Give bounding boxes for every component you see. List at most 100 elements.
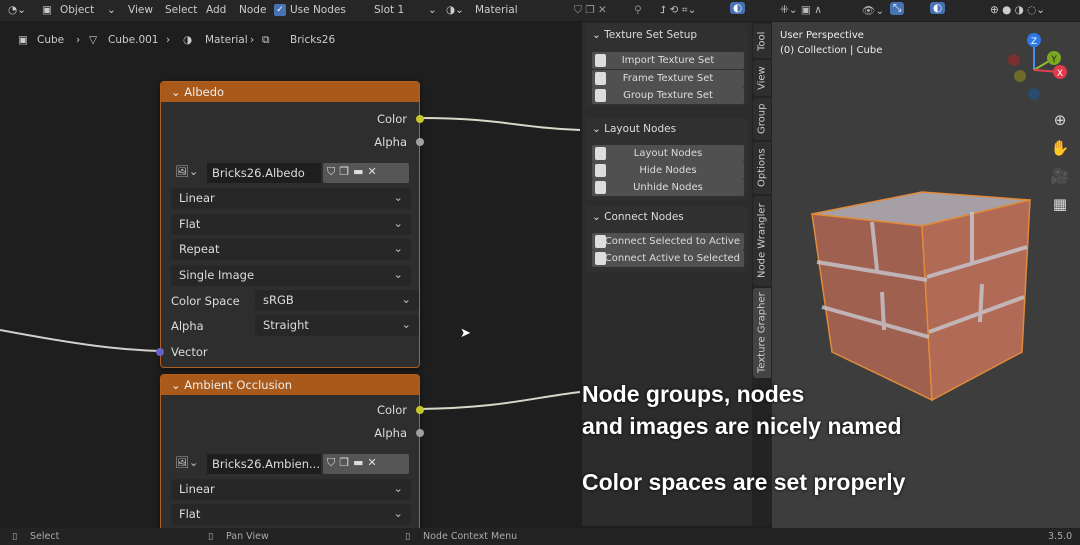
section-title[interactable]: ⌄ Layout Nodes [592,123,676,135]
title-text: Connect Nodes [604,211,684,223]
status-bar: ▯ Select ▯ Pan View ▯ Node Context Menu … [0,528,1080,545]
chevron-down-icon: ⌄ [393,241,403,255]
projection-select[interactable]: Flat ⌄ [171,214,411,235]
node-header[interactable]: ⌄ Ambient Occlusion [161,375,419,395]
output-alpha: Alpha [374,426,407,440]
image-actions[interactable]: ⛉❐▬✕ [323,454,409,474]
tab-group[interactable]: Group [753,98,771,140]
mouse-right-icon: ▯ [405,531,411,542]
tab-node-wrangler[interactable]: Node Wrangler [753,196,771,286]
source-select[interactable]: Single Image ⌄ [171,265,411,286]
script-icon [595,89,606,102]
mouse-middle-icon: ▯ [208,531,214,542]
viewport-overlay-toggle[interactable]: ◐ [930,2,946,14]
status-pan: Pan View [226,531,269,542]
image-icon[interactable]: 🖼⌄ [175,165,198,178]
projection-select[interactable]: Flat ⌄ [171,504,411,525]
section-title[interactable]: ⌄ Connect Nodes [592,211,684,223]
image-icon[interactable]: 🖼⌄ [175,456,198,469]
node-title: Albedo [184,85,225,99]
frame-texture-set-button[interactable]: Frame Texture Set [592,70,744,87]
snap-icon[interactable]: ⁜⌄ ▣ ∧ [780,4,822,16]
caption-overlay: Node groups, nodes and images are nicely… [582,378,905,498]
node-header[interactable]: ⌄ Albedo [161,82,419,102]
tab-view[interactable]: View [753,60,771,96]
interpolation-select[interactable]: Linear ⌄ [171,479,411,500]
color-space-select[interactable]: sRGB ⌄ [255,290,419,311]
unhide-nodes-button[interactable]: Unhide Nodes [592,179,744,196]
import-texture-set-button[interactable]: Import Texture Set [592,52,744,69]
group-texture-set-button[interactable]: Group Texture Set [592,87,744,104]
script-icon [595,235,606,248]
connect-selected-to-active-button[interactable]: Connect Selected to Active [592,233,744,250]
value: sRGB [263,293,294,307]
overlay-toggle[interactable]: ◐ [730,2,746,14]
node-albedo[interactable]: ⌄ Albedo Color Alpha 🖼⌄ Bricks26.Albedo … [156,81,424,368]
value: Flat [179,217,201,231]
interpolation-select[interactable]: Linear ⌄ [171,188,411,209]
tab-tool[interactable]: Tool [753,24,771,58]
section-connect-nodes: ⌄ Connect Nodes Connect Selected to Acti… [586,206,748,272]
status-select: Select [30,531,60,542]
section-texture-set-setup: ⌄ Texture Set Setup Import Texture Set F… [586,24,748,106]
chevron-down-icon: ⌄ [401,292,411,306]
label: Layout Nodes [633,148,703,159]
alpha-label: Alpha [171,319,204,333]
gizmo-toggle[interactable]: ⤡ [890,2,905,15]
value: Straight [263,318,309,332]
parent-icon[interactable]: ⮥ ⟲ ⌗⌄ [660,4,696,17]
image-name[interactable]: Bricks26.Albedo [207,163,321,183]
value: Repeat [179,242,220,256]
socket-color[interactable] [416,115,424,123]
version-label: 3.5.0 [1048,531,1073,542]
visibility-icon[interactable]: 👁⌄ [862,4,884,17]
image-selector[interactable]: 🖼⌄ Bricks26.Albedo ⛉❐▬✕ [173,163,409,183]
link-albedo-color [419,117,580,131]
image-name[interactable]: Bricks26.Ambien... [207,454,321,474]
script-icon [595,54,606,67]
label: Frame Texture Set [622,73,714,84]
label: Connect Active to Selected [604,253,740,264]
script-icon [595,164,606,177]
mouse-cursor: ➤ [460,326,471,341]
label: Unhide Nodes [633,182,703,193]
pin-icon[interactable]: ⚲ [634,4,642,16]
label: Import Texture Set [621,55,715,66]
output-color: Color [376,112,407,126]
connect-active-to-selected-button[interactable]: Connect Active to Selected [592,250,744,267]
script-icon [595,252,606,265]
chevron-down-icon: ⌄ [393,481,403,495]
value: Single Image [179,268,255,282]
section-layout-nodes: ⌄ Layout Nodes Layout Nodes Hide Nodes U… [586,118,748,200]
node-title: Ambient Occlusion [184,378,293,392]
link-ao-color [419,391,580,410]
caption-line: Node groups, nodes [582,381,805,407]
label: Connect Selected to Active [604,236,740,247]
caption-line: and images are nicely named [582,413,902,439]
input-vector: Vector [171,345,208,359]
image-selector[interactable]: 🖼⌄ Bricks26.Ambien... ⛉❐▬✕ [173,454,409,474]
value: Flat [179,507,201,521]
layout-nodes-button[interactable]: Layout Nodes [592,145,744,162]
socket-vector[interactable] [156,348,164,356]
label: Hide Nodes [639,165,697,176]
title-text: Layout Nodes [604,123,677,135]
script-icon [595,147,606,160]
link-vector [0,329,161,352]
value: Linear [179,482,215,496]
extension-select[interactable]: Repeat ⌄ [171,239,411,260]
image-actions[interactable]: ⛉❐▬✕ [323,163,409,183]
status-context: Node Context Menu [423,531,518,542]
section-title[interactable]: ⌄ Texture Set Setup [592,29,697,41]
caption-line: Color spaces are set properly [582,469,906,495]
tab-options[interactable]: Options [753,142,771,194]
alpha-mode-select[interactable]: Straight ⌄ [255,315,419,336]
socket-alpha[interactable] [416,138,424,146]
socket-color[interactable] [416,406,424,414]
shading-modes[interactable]: ⊕ ● ◑ ◌⌄ [990,4,1045,16]
socket-alpha[interactable] [416,429,424,437]
tab-texture-grapher[interactable]: Texture Grapher [753,288,771,378]
title-text: Texture Set Setup [604,29,698,41]
node-ambient-occlusion[interactable]: ⌄ Ambient Occlusion Color Alpha 🖼⌄ Brick… [160,374,424,544]
hide-nodes-button[interactable]: Hide Nodes [592,162,744,179]
